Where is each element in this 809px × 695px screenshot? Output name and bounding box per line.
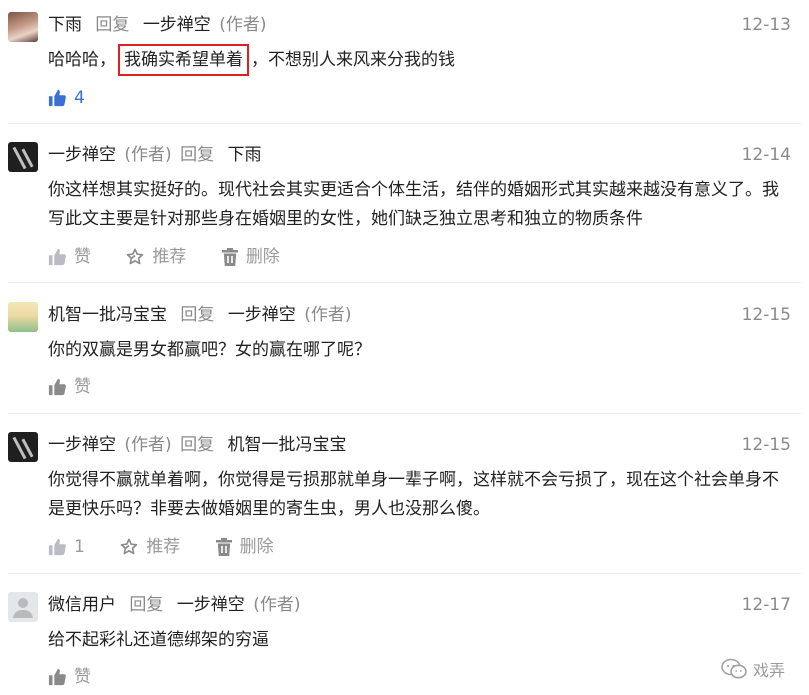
comment-date: 12-15 (741, 435, 791, 455)
author-tag: (作者) (253, 595, 301, 615)
author-tag: (作者) (304, 305, 352, 325)
comment-3: 机智一批冯宝宝 回复 一步禅空 (作者) 12-15 你的双赢是男女都赢吧？女的… (0, 302, 809, 402)
comment-text: 给不起彩礼还道德绑架的穷逼 (48, 630, 269, 650)
like-label: 赞 (74, 377, 91, 397)
like-label: 赞 (74, 667, 91, 687)
avatar[interactable] (8, 142, 38, 172)
avatar[interactable] (8, 592, 38, 622)
delete-label: 删除 (245, 247, 280, 267)
author-name[interactable]: 一步禅空 (48, 435, 116, 455)
like-label: 赞 (74, 247, 91, 267)
comment-date: 12-15 (741, 305, 791, 325)
author-name[interactable]: 微信用户 (48, 595, 116, 615)
comment-header: 下雨 回复 一步禅空 (作者) (48, 12, 266, 38)
reply-label: 回复 (180, 145, 215, 165)
avatar[interactable] (8, 432, 38, 462)
comment-actions: 赞 (48, 374, 121, 400)
watermark-text: 戏弄 (752, 661, 785, 680)
thumbs-up-icon (48, 538, 66, 556)
avatar[interactable] (8, 12, 38, 42)
comment-text: 你的双赢是男女都赢吧？女的赢在哪了呢？ (48, 340, 371, 360)
recommend-button[interactable]: 推荐 (120, 534, 180, 560)
comment-date: 12-13 (741, 15, 791, 35)
author-tag: (作者) (124, 145, 172, 165)
comment-text: 你这样想其实挺好的。现代社会其实更适合个体生活，结伴的婚姻形式其实越来越没有意义… (48, 180, 779, 229)
comment-date: 12-17 (741, 595, 791, 615)
comment-4: 一步禅空 (作者) 回复 机智一批冯宝宝 12-15 你觉得不赢就单着啊，你觉得… (0, 432, 809, 562)
thumbs-up-icon (48, 89, 66, 107)
recommend-star-icon (127, 248, 144, 265)
like-button[interactable]: 赞 (48, 664, 91, 690)
delete-button[interactable]: 删除 (215, 534, 274, 560)
thumbs-up-icon (48, 378, 66, 396)
reply-target-name[interactable]: 一步禅空 (228, 305, 296, 325)
comment-header: 机智一批冯宝宝 回复 一步禅空 (作者) (48, 302, 351, 328)
author-name[interactable]: 下雨 (48, 15, 82, 35)
reply-label: 回复 (180, 435, 215, 455)
comment-2: 一步禅空 (作者) 回复 下雨 12-14 你这样想其实挺好的。现代社会其实更适… (0, 142, 809, 272)
like-count: 1 (74, 537, 85, 557)
divider (8, 573, 801, 574)
trash-icon (215, 538, 232, 556)
trash-icon (221, 248, 238, 266)
comment-text-start: 哈哈哈， (48, 50, 116, 70)
thumbs-up-icon (48, 668, 66, 686)
wechat-icon (721, 658, 747, 679)
author-tag: (作者) (219, 15, 267, 35)
comment-text: 哈哈哈， 我确实希望单着 ，不想别人来风来分我的钱 (48, 44, 790, 76)
comment-header: 一步禅空 (作者) 回复 下雨 (48, 142, 261, 168)
author-name[interactable]: 机智一批冯宝宝 (48, 305, 167, 325)
highlighted-text: 我确实希望单着 (118, 44, 249, 76)
comment-date: 12-14 (741, 145, 791, 165)
divider (8, 413, 801, 414)
comment-header: 一步禅空 (作者) 回复 机智一批冯宝宝 (48, 432, 346, 458)
author-name[interactable]: 一步禅空 (48, 145, 116, 165)
comment-actions: 4 (48, 85, 115, 111)
like-button[interactable]: 赞 (48, 374, 91, 400)
reply-target-name[interactable]: 一步禅空 (143, 15, 211, 35)
author-tag: (作者) (124, 435, 172, 455)
reply-label: 回复 (180, 305, 215, 325)
like-count: 4 (74, 88, 85, 108)
comment-1: 下雨 回复 一步禅空 (作者) 12-13 哈哈哈， 我确实希望单着 ，不想别人来风… (0, 12, 809, 116)
comment-text: 你觉得不赢就单着啊，你觉得是亏损那就单身一辈子啊，这样就不会亏损了，现在这个社会… (48, 470, 779, 519)
divider (8, 123, 801, 124)
like-button[interactable]: 4 (48, 85, 85, 111)
divider (8, 282, 801, 283)
delete-button[interactable]: 删除 (221, 244, 280, 270)
reply-target-name[interactable]: 下雨 (227, 145, 261, 165)
delete-label: 删除 (239, 537, 274, 557)
like-button[interactable]: 1 (48, 534, 85, 560)
reply-label: 回复 (129, 595, 164, 615)
recommend-button[interactable]: 推荐 (126, 244, 186, 270)
watermark: 戏弄 (721, 657, 785, 681)
avatar[interactable] (8, 302, 38, 332)
recommend-label: 推荐 (152, 247, 187, 267)
comment-text-end: ，不想别人来风来分我的钱 (251, 50, 455, 70)
comment-header: 微信用户 回复 一步禅空 (作者) (48, 592, 300, 618)
reply-target-name[interactable]: 一步禅空 (177, 595, 245, 615)
reply-label: 回复 (95, 15, 130, 35)
comment-actions: 1 推荐 删除 (48, 534, 304, 560)
comment-actions: 赞 推荐 删除 (48, 244, 310, 270)
recommend-label: 推荐 (146, 537, 181, 557)
thumbs-up-icon (48, 248, 66, 266)
reply-target-name[interactable]: 机智一批冯宝宝 (227, 435, 346, 455)
recommend-star-icon (120, 538, 138, 555)
like-button[interactable]: 赞 (48, 244, 91, 270)
comment-5: 微信用户 回复 一步禅空 (作者) 12-17 给不起彩礼还道德绑架的穷逼 赞 (0, 592, 809, 692)
default-user-icon (13, 598, 33, 618)
comment-actions: 赞 (48, 664, 121, 690)
